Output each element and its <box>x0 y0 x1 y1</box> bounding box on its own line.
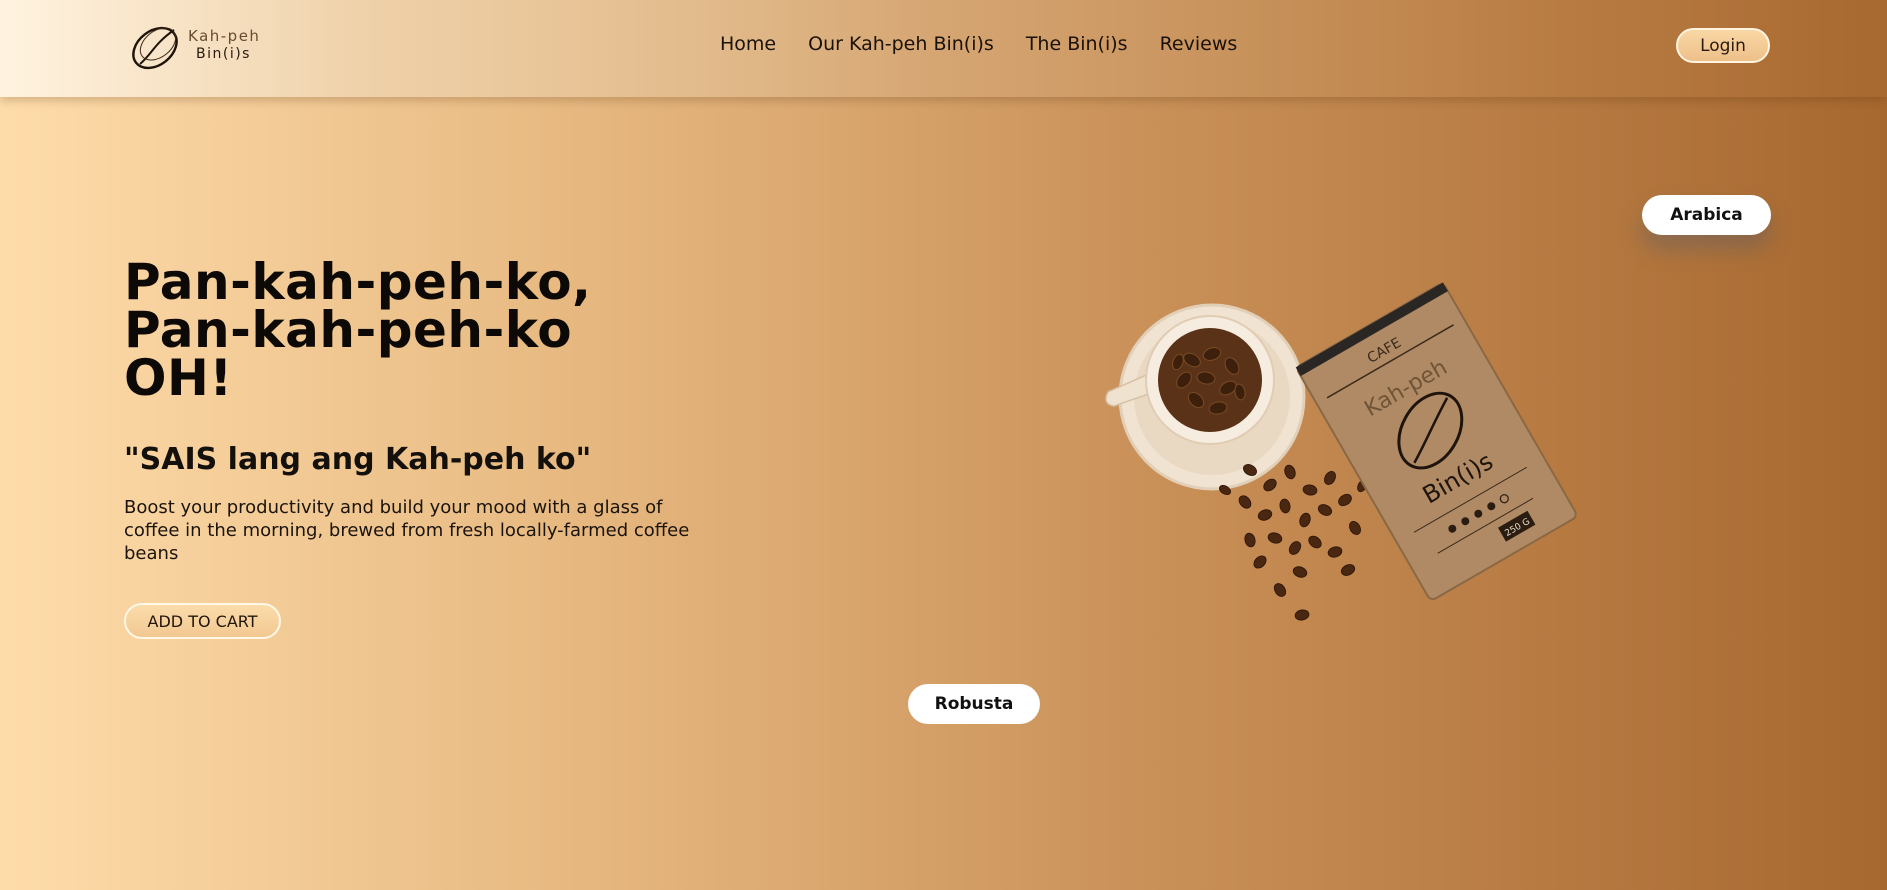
hero-title-line: Pan-kah-peh-ko, <box>124 253 592 311</box>
nav-item-reviews[interactable]: Reviews <box>1160 33 1238 59</box>
coffee-product-image: CAFE Kah-peh Bin(i)s 250 G <box>1105 282 1577 621</box>
hero-title: Pan-kah-peh-ko, Pan-kah-peh-ko OH! <box>124 253 724 407</box>
hero-title-line: Pan-kah-peh-ko <box>124 301 573 359</box>
nav-item-our-kah-peh-binis[interactable]: Our Kah-peh Bin(i)s <box>808 33 994 59</box>
brand-name-line2: Bin(i)s <box>196 46 251 62</box>
arabica-button[interactable]: Arabica <box>1642 195 1771 235</box>
coffee-bean-logo-icon <box>132 26 178 70</box>
nav-item-home[interactable]: Home <box>720 33 776 59</box>
hero-description: Boost your productivity and build your m… <box>124 497 690 564</box>
brand-logo[interactable]: Kah-peh Bin(i)s <box>130 20 270 72</box>
main-nav: Home Our Kah-peh Bin(i)s The Bin(i)s Rev… <box>720 33 1237 59</box>
site-header: Kah-peh Bin(i)s Home Our Kah-peh Bin(i)s… <box>0 0 1887 97</box>
hero-subtitle: "SAIS lang ang Kah-peh ko" <box>124 442 592 477</box>
login-button[interactable]: Login <box>1676 28 1770 63</box>
robusta-button[interactable]: Robusta <box>908 684 1040 724</box>
nav-item-the-binis[interactable]: The Bin(i)s <box>1026 33 1128 59</box>
hero-title-line: OH! <box>124 349 233 407</box>
add-to-cart-button[interactable]: ADD TO CART <box>124 603 281 639</box>
brand-name-line1: Kah-peh <box>188 27 261 45</box>
